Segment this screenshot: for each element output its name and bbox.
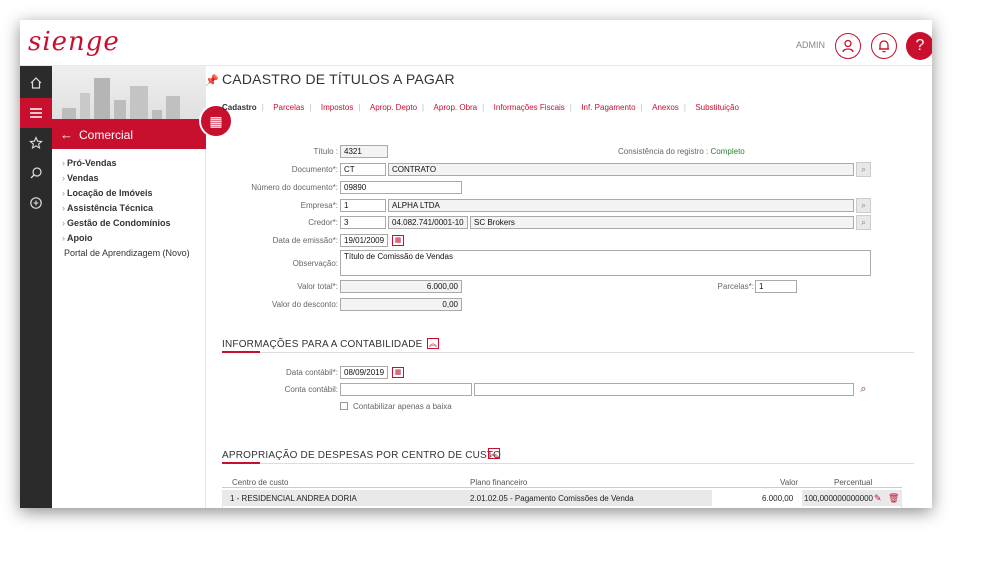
credor-name-field: SC Brokers [470, 216, 854, 229]
valor-total-field: 6.000,00 [340, 280, 462, 293]
menu-icon[interactable] [20, 98, 52, 128]
tab-impostos[interactable]: Impostos [321, 103, 353, 112]
parcelas-label: Parcelas*: [717, 282, 754, 291]
credor-search-icon[interactable]: ⌕ [856, 215, 871, 230]
valor-desconto-label: Valor do desconto: [271, 300, 338, 309]
contabilizar-checkbox[interactable] [340, 402, 348, 410]
valor-total-label: Valor total*: [297, 282, 338, 291]
documento-search-icon[interactable]: ⌕ [856, 162, 871, 177]
conta-contabil-code-field[interactable] [340, 383, 472, 396]
row-valor: 6.000,00 [762, 494, 794, 503]
left-nav-bar [20, 66, 52, 508]
tab-parcelas[interactable]: Parcelas [273, 103, 304, 112]
valor-desconto-field: 0,00 [340, 298, 462, 311]
titulo-field: 4321 [340, 145, 388, 158]
star-icon[interactable] [20, 128, 52, 158]
numero-documento-label: Número do documento*: [251, 183, 338, 192]
col-valor[interactable]: Valor [780, 478, 798, 487]
menu-item-locacao[interactable]: › Locação de Imóveis [62, 188, 190, 203]
data-contabil-field[interactable]: 08/09/2019 [340, 366, 388, 379]
tab-aprop-depto[interactable]: Aprop. Depto [370, 103, 417, 112]
data-emissao-field[interactable]: 19/01/2009 [340, 234, 388, 247]
apropriacao-section-title: APROPRIAÇÃO DE DESPESAS POR CENTRO DE CU… [222, 450, 502, 461]
credor-label: Credor*: [308, 218, 338, 227]
observacao-label: Observação: [292, 259, 338, 268]
data-emissao-label: Data de emissão*: [272, 236, 338, 245]
search-icon[interactable] [20, 158, 52, 188]
section-accent [222, 351, 260, 353]
grid-body [222, 506, 902, 508]
menu-item-condominios[interactable]: › Gestão de Condomínios [62, 218, 190, 233]
delete-icon[interactable]: 🗑 [888, 493, 899, 504]
numero-documento-field[interactable]: 09890 [340, 181, 462, 194]
sienge-logo[interactable]: sienge [28, 27, 120, 57]
tab-anexos[interactable]: Anexos [652, 103, 679, 112]
section-accent [222, 462, 260, 464]
apropriacao-collapse-icon[interactable]: ︽ [488, 448, 500, 459]
tab-cadastro[interactable]: Cadastro [222, 103, 257, 112]
contabilidade-section-title: INFORMAÇÕES PARA A CONTABILIDADE [222, 339, 423, 350]
top-bar: sienge ADMIN ? [20, 20, 932, 66]
tab-substituicao[interactable]: Substituição [695, 103, 739, 112]
menu-item-portal[interactable]: Portal de Aprendizagem (Novo) [62, 248, 190, 263]
contabilizar-label: Contabilizar apenas a baixa [353, 402, 452, 411]
empresa-name-field: ALPHA LTDA [388, 199, 854, 212]
data-contabil-label: Data contábil*: [285, 368, 338, 377]
contabilidade-collapse-icon[interactable]: ︽ [427, 338, 439, 349]
conta-contabil-label: Conta contábil: [284, 385, 338, 394]
calendar-icon[interactable]: ▦ [392, 367, 404, 378]
section-divider [222, 463, 914, 464]
page-title: CADASTRO DE TÍTULOS A PAGAR [222, 71, 455, 87]
tab-inf-pagamento[interactable]: Inf. Pagamento [581, 103, 635, 112]
consistencia-status: Consistência do registro : Completo [618, 147, 745, 156]
observacao-textarea[interactable]: Título de Comissão de Vendas [340, 250, 871, 276]
module-back-button[interactable]: ← Comercial [52, 119, 206, 149]
row-plano-financeiro: 2.01.02.05 - Pagamento Comissões de Vend… [470, 494, 634, 503]
conta-contabil-desc-field[interactable] [474, 383, 854, 396]
module-side-panel: 📌 ← Comercial ▦ › Pró-Vendas › Vendas › Loca… [52, 66, 233, 508]
tab-informacoes-fiscais[interactable]: Informações Fiscais [494, 103, 565, 112]
menu-item-pro-vendas[interactable]: › Pró-Vendas [62, 158, 190, 173]
row-centro-custo: 1 - RESIDENCIAL ANDREA DORIA [230, 494, 357, 503]
home-icon[interactable] [20, 68, 52, 98]
settings-icon[interactable] [20, 188, 52, 218]
user-name[interactable]: ADMIN [796, 40, 825, 50]
module-name: Comercial [79, 128, 134, 142]
documento-label: Documento*: [291, 165, 338, 174]
notification-bell-icon[interactable] [871, 33, 897, 59]
app-window: sienge ADMIN ? 📌 ← Comercial ▦ › Pró-Ven… [20, 20, 932, 508]
tab-bar: Cadastro | Parcelas | Impostos | Aprop. Dep… [222, 103, 739, 112]
col-plano-financeiro[interactable]: Plano financeiro [470, 478, 527, 487]
row-percentual: 100,000000000000 [804, 494, 873, 503]
titulo-label: Título : [313, 147, 338, 156]
empresa-search-icon[interactable]: ⌕ [856, 198, 871, 213]
col-percentual[interactable]: Percentual [834, 478, 872, 487]
col-centro-custo[interactable]: Centro de custo [232, 478, 288, 487]
consistencia-value: Completo [710, 147, 745, 156]
calendar-icon[interactable]: ▦ [392, 235, 404, 246]
user-profile-icon[interactable] [835, 33, 861, 59]
empresa-code-field[interactable]: 1 [340, 199, 386, 212]
apropriacao-grid-header [222, 472, 902, 488]
credor-code-field[interactable]: 3 [340, 216, 386, 229]
section-divider [222, 352, 914, 353]
credor-cnpj-field: 04.082.741/0001-10 [388, 216, 468, 229]
parcelas-field[interactable]: 1 [755, 280, 797, 293]
empresa-label: Empresa*: [300, 201, 338, 210]
main-content: CADASTRO DE TÍTULOS A PAGAR Cadastro | Pa… [214, 66, 932, 508]
tab-aprop-obra[interactable]: Aprop. Obra [434, 103, 478, 112]
menu-item-vendas[interactable]: › Vendas [62, 173, 190, 188]
documento-desc-field: CONTRATO [388, 163, 854, 176]
help-button[interactable]: ? [906, 32, 932, 60]
edit-icon[interactable]: ✎ [874, 493, 882, 504]
menu-item-assistencia[interactable]: › Assistência Técnica [62, 203, 190, 218]
documento-code-field[interactable]: CT [340, 163, 386, 176]
menu-item-apoio[interactable]: › Apoio [62, 233, 190, 248]
module-menu: › Pró-Vendas › Vendas › Locação de Imóveis … [62, 158, 190, 263]
conta-contabil-search-icon[interactable]: ⌕ [856, 382, 871, 397]
back-arrow-icon: ← [60, 127, 73, 142]
